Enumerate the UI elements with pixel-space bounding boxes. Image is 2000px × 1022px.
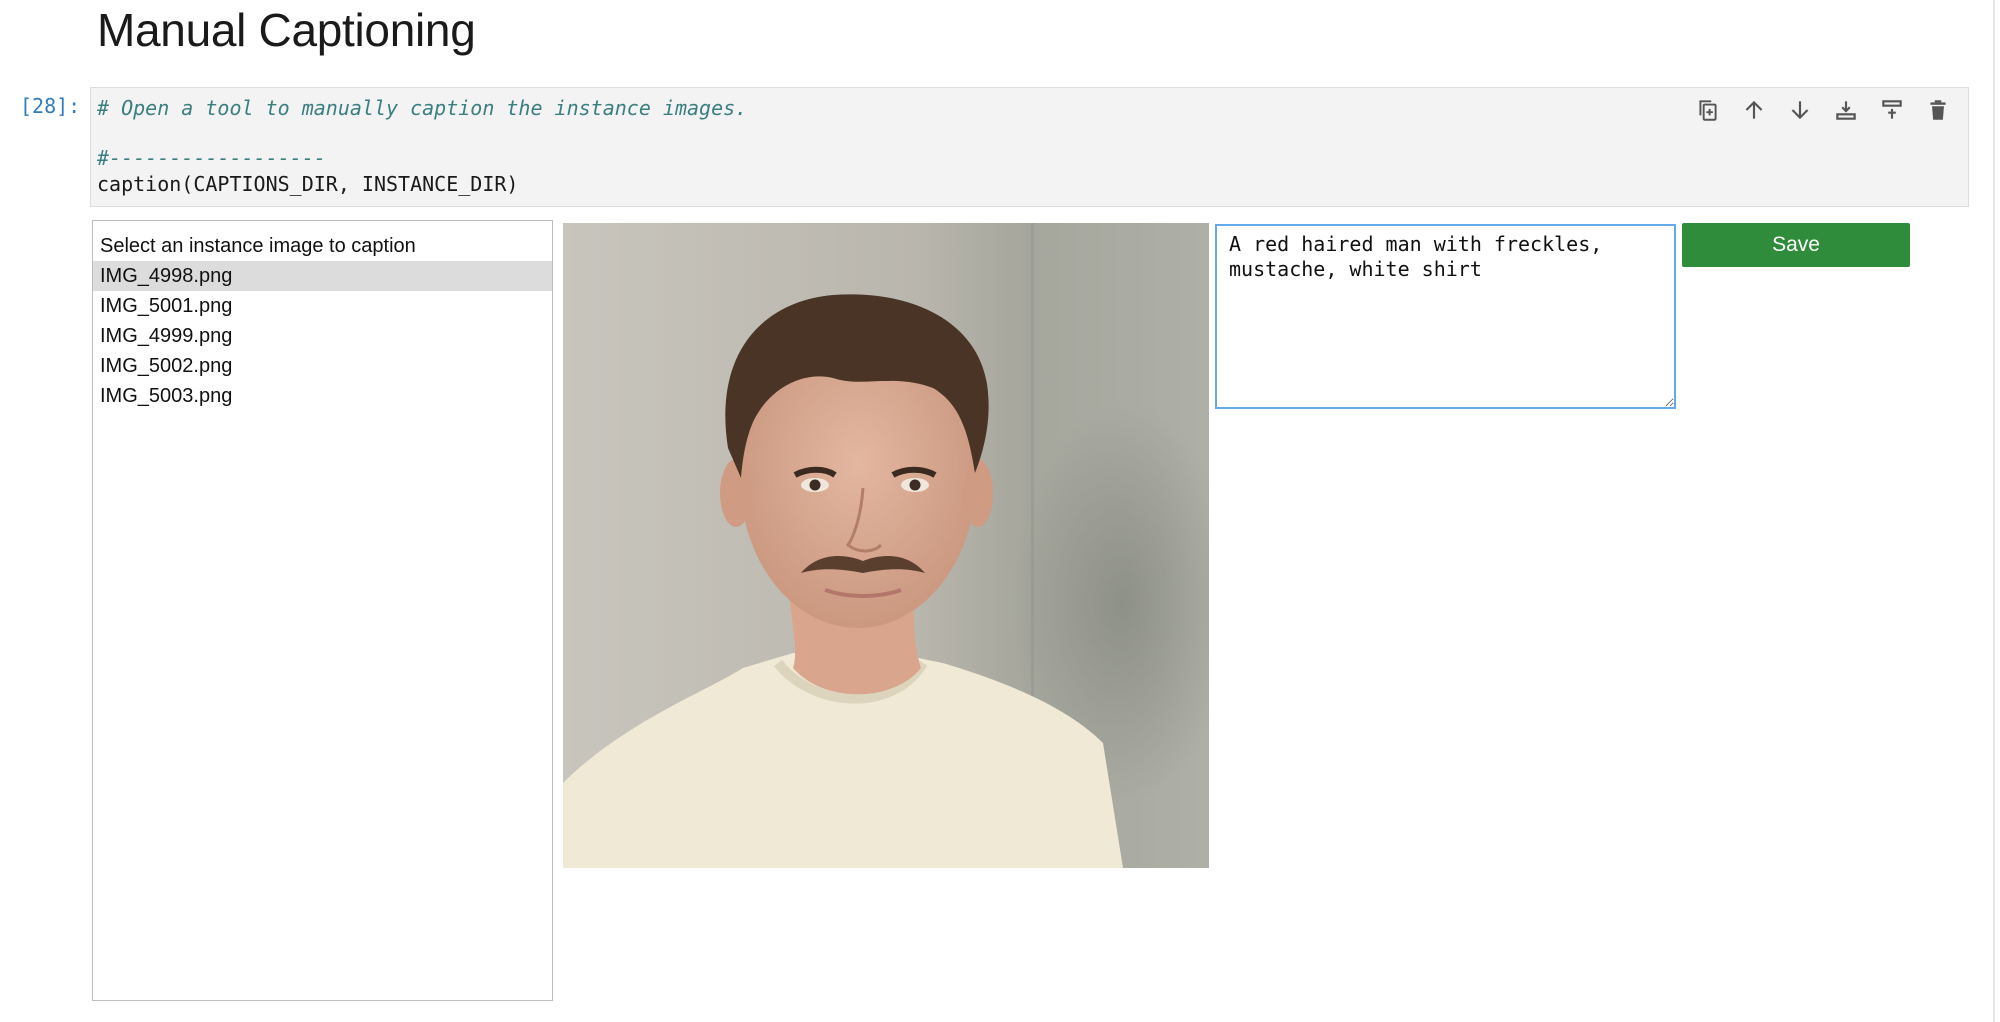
save-button[interactable]: Save [1682,223,1910,267]
code-comment-line: #------------------ [97,146,326,170]
code-cell[interactable]: # Open a tool to manually caption the in… [90,87,1969,207]
instance-image-preview [563,223,1209,868]
execution-count: [28]: [20,94,81,118]
list-option[interactable]: IMG_4999.png [93,321,552,351]
code-comment-line: # Open a tool to manually caption the in… [97,96,748,120]
cell-toolbar [1694,96,1952,124]
move-up-icon[interactable] [1740,96,1768,124]
duplicate-icon[interactable] [1694,96,1722,124]
move-down-icon[interactable] [1786,96,1814,124]
insert-below-icon[interactable] [1878,96,1906,124]
image-select-list[interactable]: Select an instance image to caption IMG_… [92,220,553,1001]
delete-icon[interactable] [1924,96,1952,124]
caption-textarea[interactable]: A red haired man with freckles, mustache… [1215,224,1676,409]
list-option[interactable]: IMG_4998.png [93,261,552,291]
list-option[interactable]: IMG_5001.png [93,291,552,321]
section-heading: Manual Captioning [97,4,476,56]
insert-above-icon[interactable] [1832,96,1860,124]
list-option-placeholder[interactable]: Select an instance image to caption [93,231,552,261]
list-option[interactable]: IMG_5003.png [93,381,552,411]
notebook-page: Manual Captioning [28]: # Open a tool to… [0,0,2000,1022]
list-option[interactable]: IMG_5002.png [93,351,552,381]
scrollbar-track[interactable] [1993,0,1995,1022]
portrait-photo [563,223,1209,868]
code-call-line: caption(CAPTIONS_DIR, INSTANCE_DIR) [97,172,519,196]
